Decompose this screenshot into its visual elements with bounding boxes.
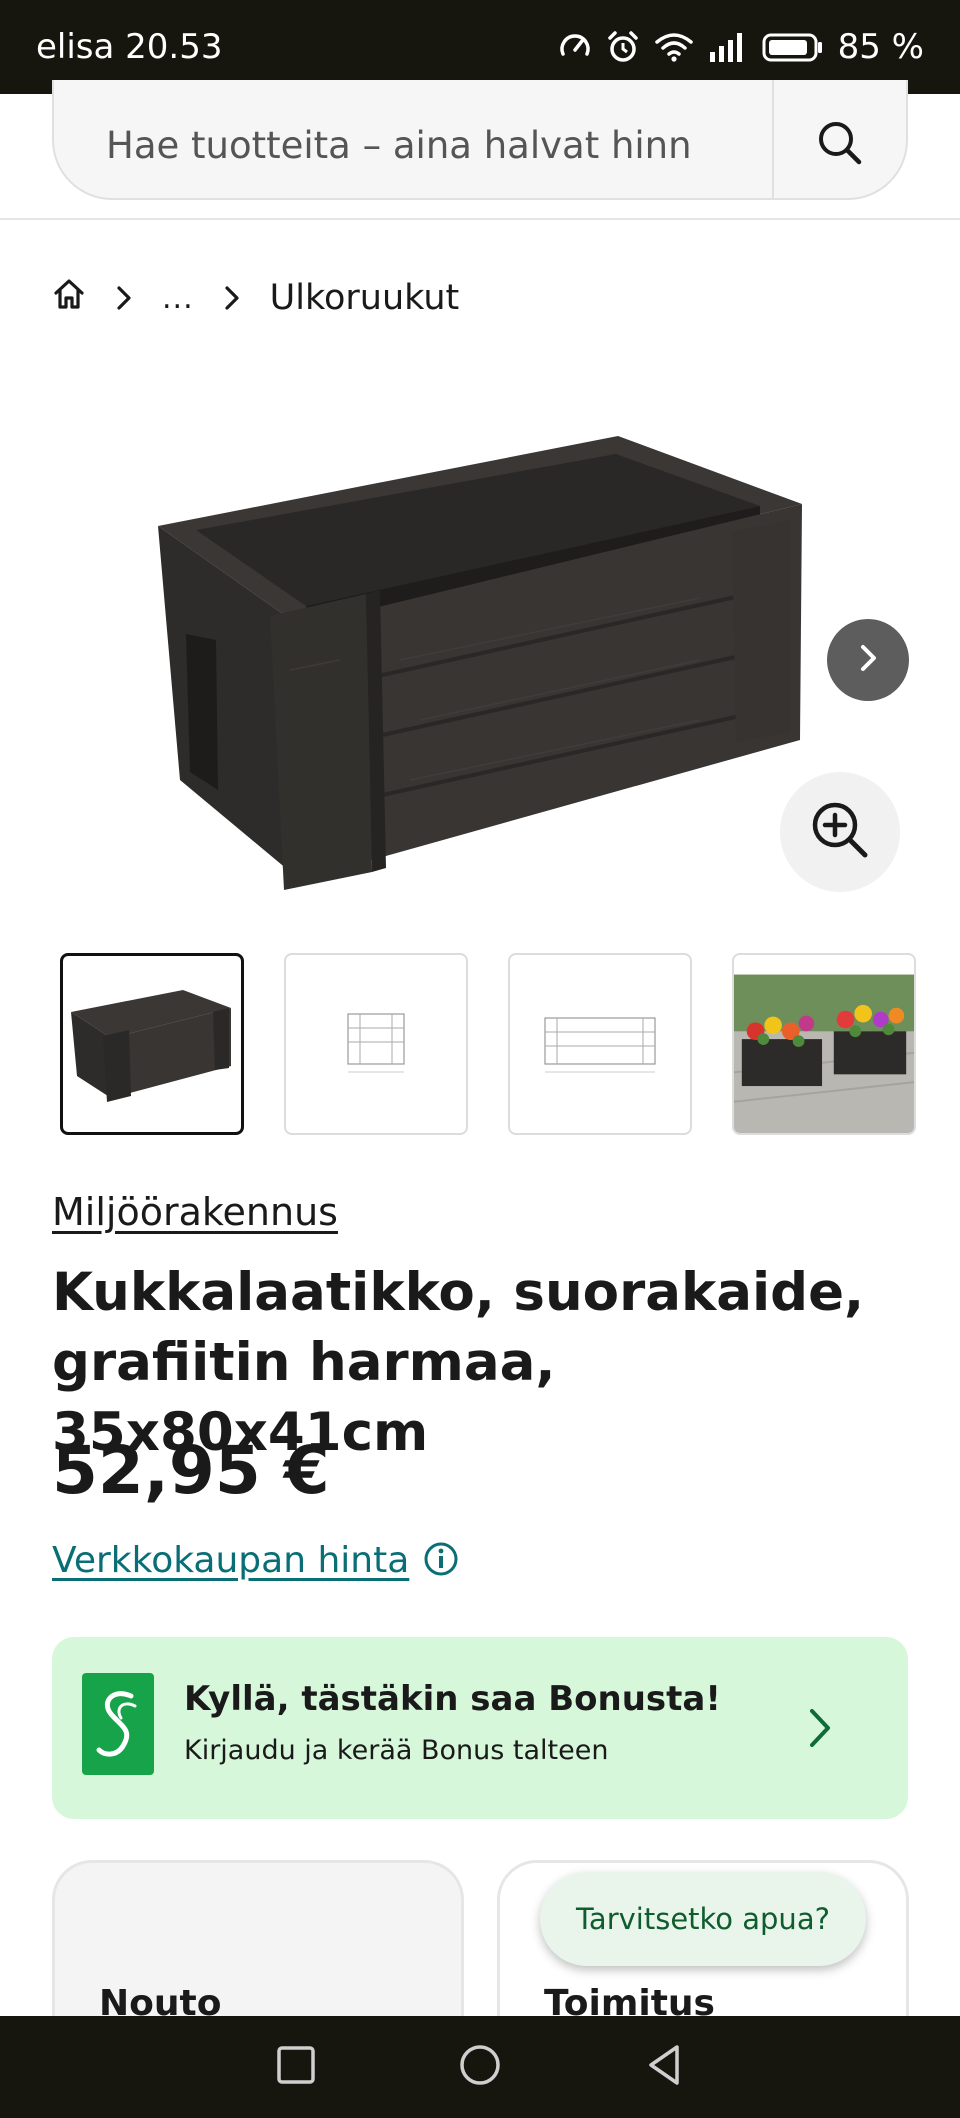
wifi-icon [654, 30, 694, 64]
thumbnail-2[interactable] [284, 953, 468, 1135]
search-box [52, 80, 908, 200]
battery-icon [762, 30, 824, 64]
status-right: 85 % [558, 27, 924, 67]
chevron-right-icon [222, 284, 242, 312]
breadcrumb: ... Ulkoruukut [52, 270, 459, 326]
breadcrumb-ellipsis[interactable]: ... [162, 281, 194, 316]
bonus-title: Kyllä, tästäkin saa Bonusta! [184, 1679, 721, 1719]
thumbnail-1[interactable] [60, 953, 244, 1135]
battery-percentage: 85 % [837, 27, 924, 67]
bonus-banner[interactable]: Kyllä, tästäkin saa Bonusta! Kirjaudu ja… [52, 1637, 908, 1819]
online-price-row: Verkkokaupan hinta [52, 1540, 459, 1581]
search-input[interactable] [54, 80, 772, 198]
home-nav-icon[interactable] [457, 2042, 503, 2092]
signal-icon [708, 30, 748, 64]
s-bonus-logo-icon [82, 1673, 154, 1775]
recent-apps-icon[interactable] [275, 2044, 317, 2090]
chevron-right-icon [853, 641, 883, 679]
chevron-right-icon [800, 1701, 840, 1759]
info-icon[interactable] [423, 1541, 459, 1581]
next-image-button[interactable] [827, 619, 909, 701]
brand-link[interactable]: Miljöörakennus [52, 1190, 338, 1234]
carrier-time: elisa 20.53 [36, 27, 223, 67]
search-button[interactable] [772, 80, 906, 198]
search-area [0, 80, 960, 220]
product-price: 52,95 € [52, 1432, 330, 1509]
product-image[interactable] [140, 420, 820, 900]
thumbnail-4[interactable] [732, 953, 916, 1135]
thumbnail-3[interactable] [508, 953, 692, 1135]
online-price-link[interactable]: Verkkokaupan hinta [52, 1540, 409, 1581]
zoom-button[interactable] [780, 772, 900, 892]
alarm-icon [606, 30, 640, 64]
help-button[interactable]: Tarvitsetko apua? [540, 1872, 866, 1966]
breadcrumb-current[interactable]: Ulkoruukut [270, 278, 460, 318]
home-icon[interactable] [52, 277, 86, 320]
chevron-right-icon [114, 284, 134, 312]
zoom-in-icon [809, 799, 871, 865]
search-icon [815, 118, 865, 172]
status-left: elisa 20.53 [36, 27, 223, 67]
navigation-bar [0, 2016, 960, 2118]
thumbnail-strip [60, 953, 916, 1135]
back-icon[interactable] [643, 2042, 685, 2092]
speedometer-icon [558, 30, 592, 64]
bonus-subtitle: Kirjaudu ja kerää Bonus talteen [184, 1735, 609, 1766]
